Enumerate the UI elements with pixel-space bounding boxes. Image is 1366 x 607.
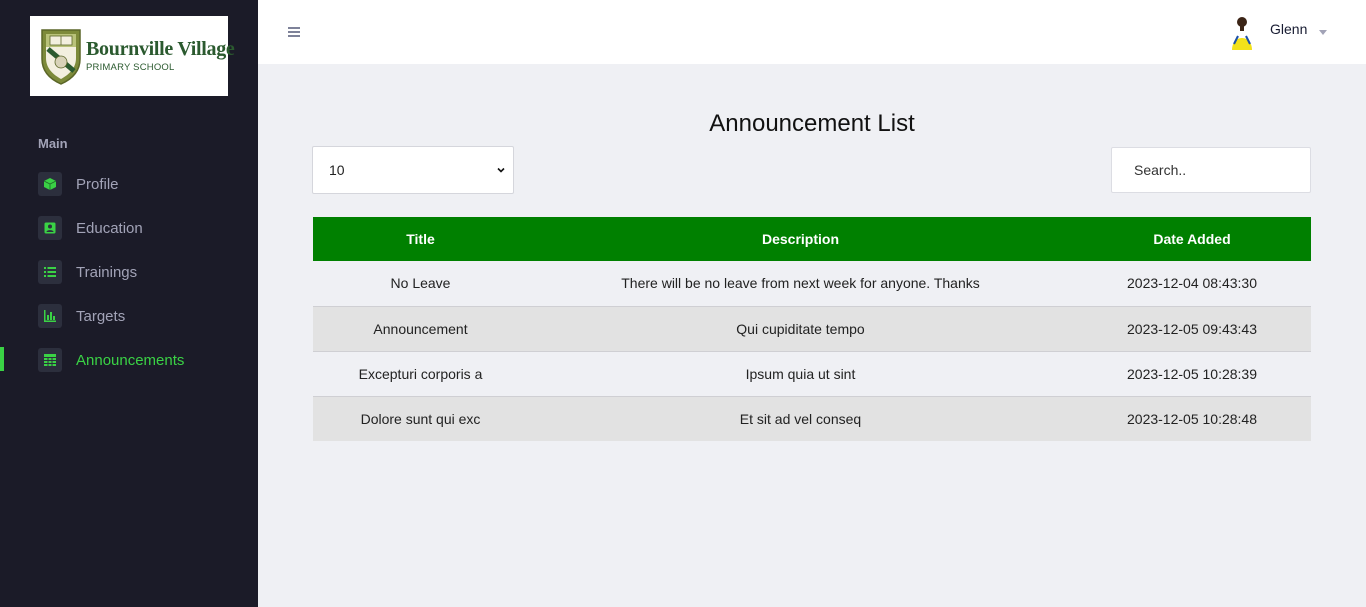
table-row[interactable]: Excepturi corporis a Ipsum quia ut sint …: [313, 351, 1311, 396]
sidebar-item-label: Education: [76, 219, 143, 237]
search-input[interactable]: [1111, 147, 1311, 193]
cell-date-added: 2023-12-04 08:43:30: [1127, 275, 1257, 292]
school-name: Bournville Village: [86, 38, 235, 61]
menu-section-label: Main: [38, 136, 68, 151]
table-row[interactable]: Announcement Qui cupiditate tempo 2023-1…: [313, 306, 1311, 351]
bar-chart-icon: [38, 304, 62, 328]
page-title: Announcement List: [709, 110, 915, 137]
column-header-description[interactable]: Description: [528, 217, 1073, 261]
cell-description: Qui cupiditate tempo: [736, 320, 865, 337]
sidebar: Bournville Village PRIMARY SCHOOL Main P…: [0, 0, 258, 607]
active-indicator: [0, 347, 4, 371]
cube-icon: [38, 172, 62, 196]
cell-date-added: 2023-12-05 09:43:43: [1127, 320, 1257, 337]
cell-title: Dolore sunt qui exc: [360, 410, 481, 427]
user-name: Glenn: [1270, 21, 1308, 37]
sidebar-item-targets[interactable]: Targets: [0, 296, 258, 336]
cell-description: Ipsum quia ut sint: [745, 365, 856, 382]
sidebar-item-label: Targets: [76, 307, 126, 325]
cell-title: Announcement: [373, 320, 468, 337]
sidebar-item-education[interactable]: Education: [0, 208, 258, 248]
sidebar-item-trainings[interactable]: Trainings: [0, 252, 258, 292]
sidebar-item-profile[interactable]: Profile: [0, 164, 258, 204]
user-menu[interactable]: Glenn: [1228, 14, 1328, 50]
chevron-down-icon: [1319, 29, 1328, 35]
announcements-table: Title Description Date Added No Leave Th…: [313, 217, 1311, 441]
sidebar-item-announcements[interactable]: Announcements: [0, 340, 258, 380]
table-row[interactable]: Dolore sunt qui exc Et sit ad vel conseq…: [313, 396, 1311, 441]
avatar: [1232, 17, 1252, 50]
calendar-grid-icon: [38, 348, 62, 372]
id-card-icon: [38, 216, 62, 240]
cell-description: Et sit ad vel conseq: [739, 410, 862, 427]
cell-title: Excepturi corporis a: [358, 365, 483, 382]
cell-date-added: 2023-12-05 10:28:48: [1127, 410, 1257, 427]
sidebar-item-label: Trainings: [76, 263, 138, 281]
table-row[interactable]: No Leave There will be no leave from nex…: [313, 261, 1311, 306]
chevron-down-icon: [497, 167, 505, 173]
cell-description: There will be no leave from next week fo…: [621, 275, 980, 292]
school-logo[interactable]: Bournville Village PRIMARY SCHOOL: [30, 16, 235, 96]
cell-title: No Leave: [390, 275, 451, 292]
table-header-row: Title Description Date Added: [313, 217, 1311, 261]
column-header-date-added[interactable]: Date Added: [1073, 217, 1311, 261]
page-length-select[interactable]: 10: [312, 146, 514, 194]
sidebar-item-label: Announcements: [76, 351, 185, 369]
hamburger-icon[interactable]: [288, 27, 300, 37]
column-header-title[interactable]: Title: [313, 217, 528, 261]
list-icon: [38, 260, 62, 284]
topbar: Glenn: [258, 0, 1366, 64]
cell-date-added: 2023-12-05 10:28:39: [1127, 365, 1257, 382]
sidebar-item-label: Profile: [76, 175, 119, 193]
school-crest-icon: [41, 29, 81, 85]
school-subtitle: PRIMARY SCHOOL: [86, 62, 175, 74]
page-length-value: 10: [329, 162, 345, 178]
